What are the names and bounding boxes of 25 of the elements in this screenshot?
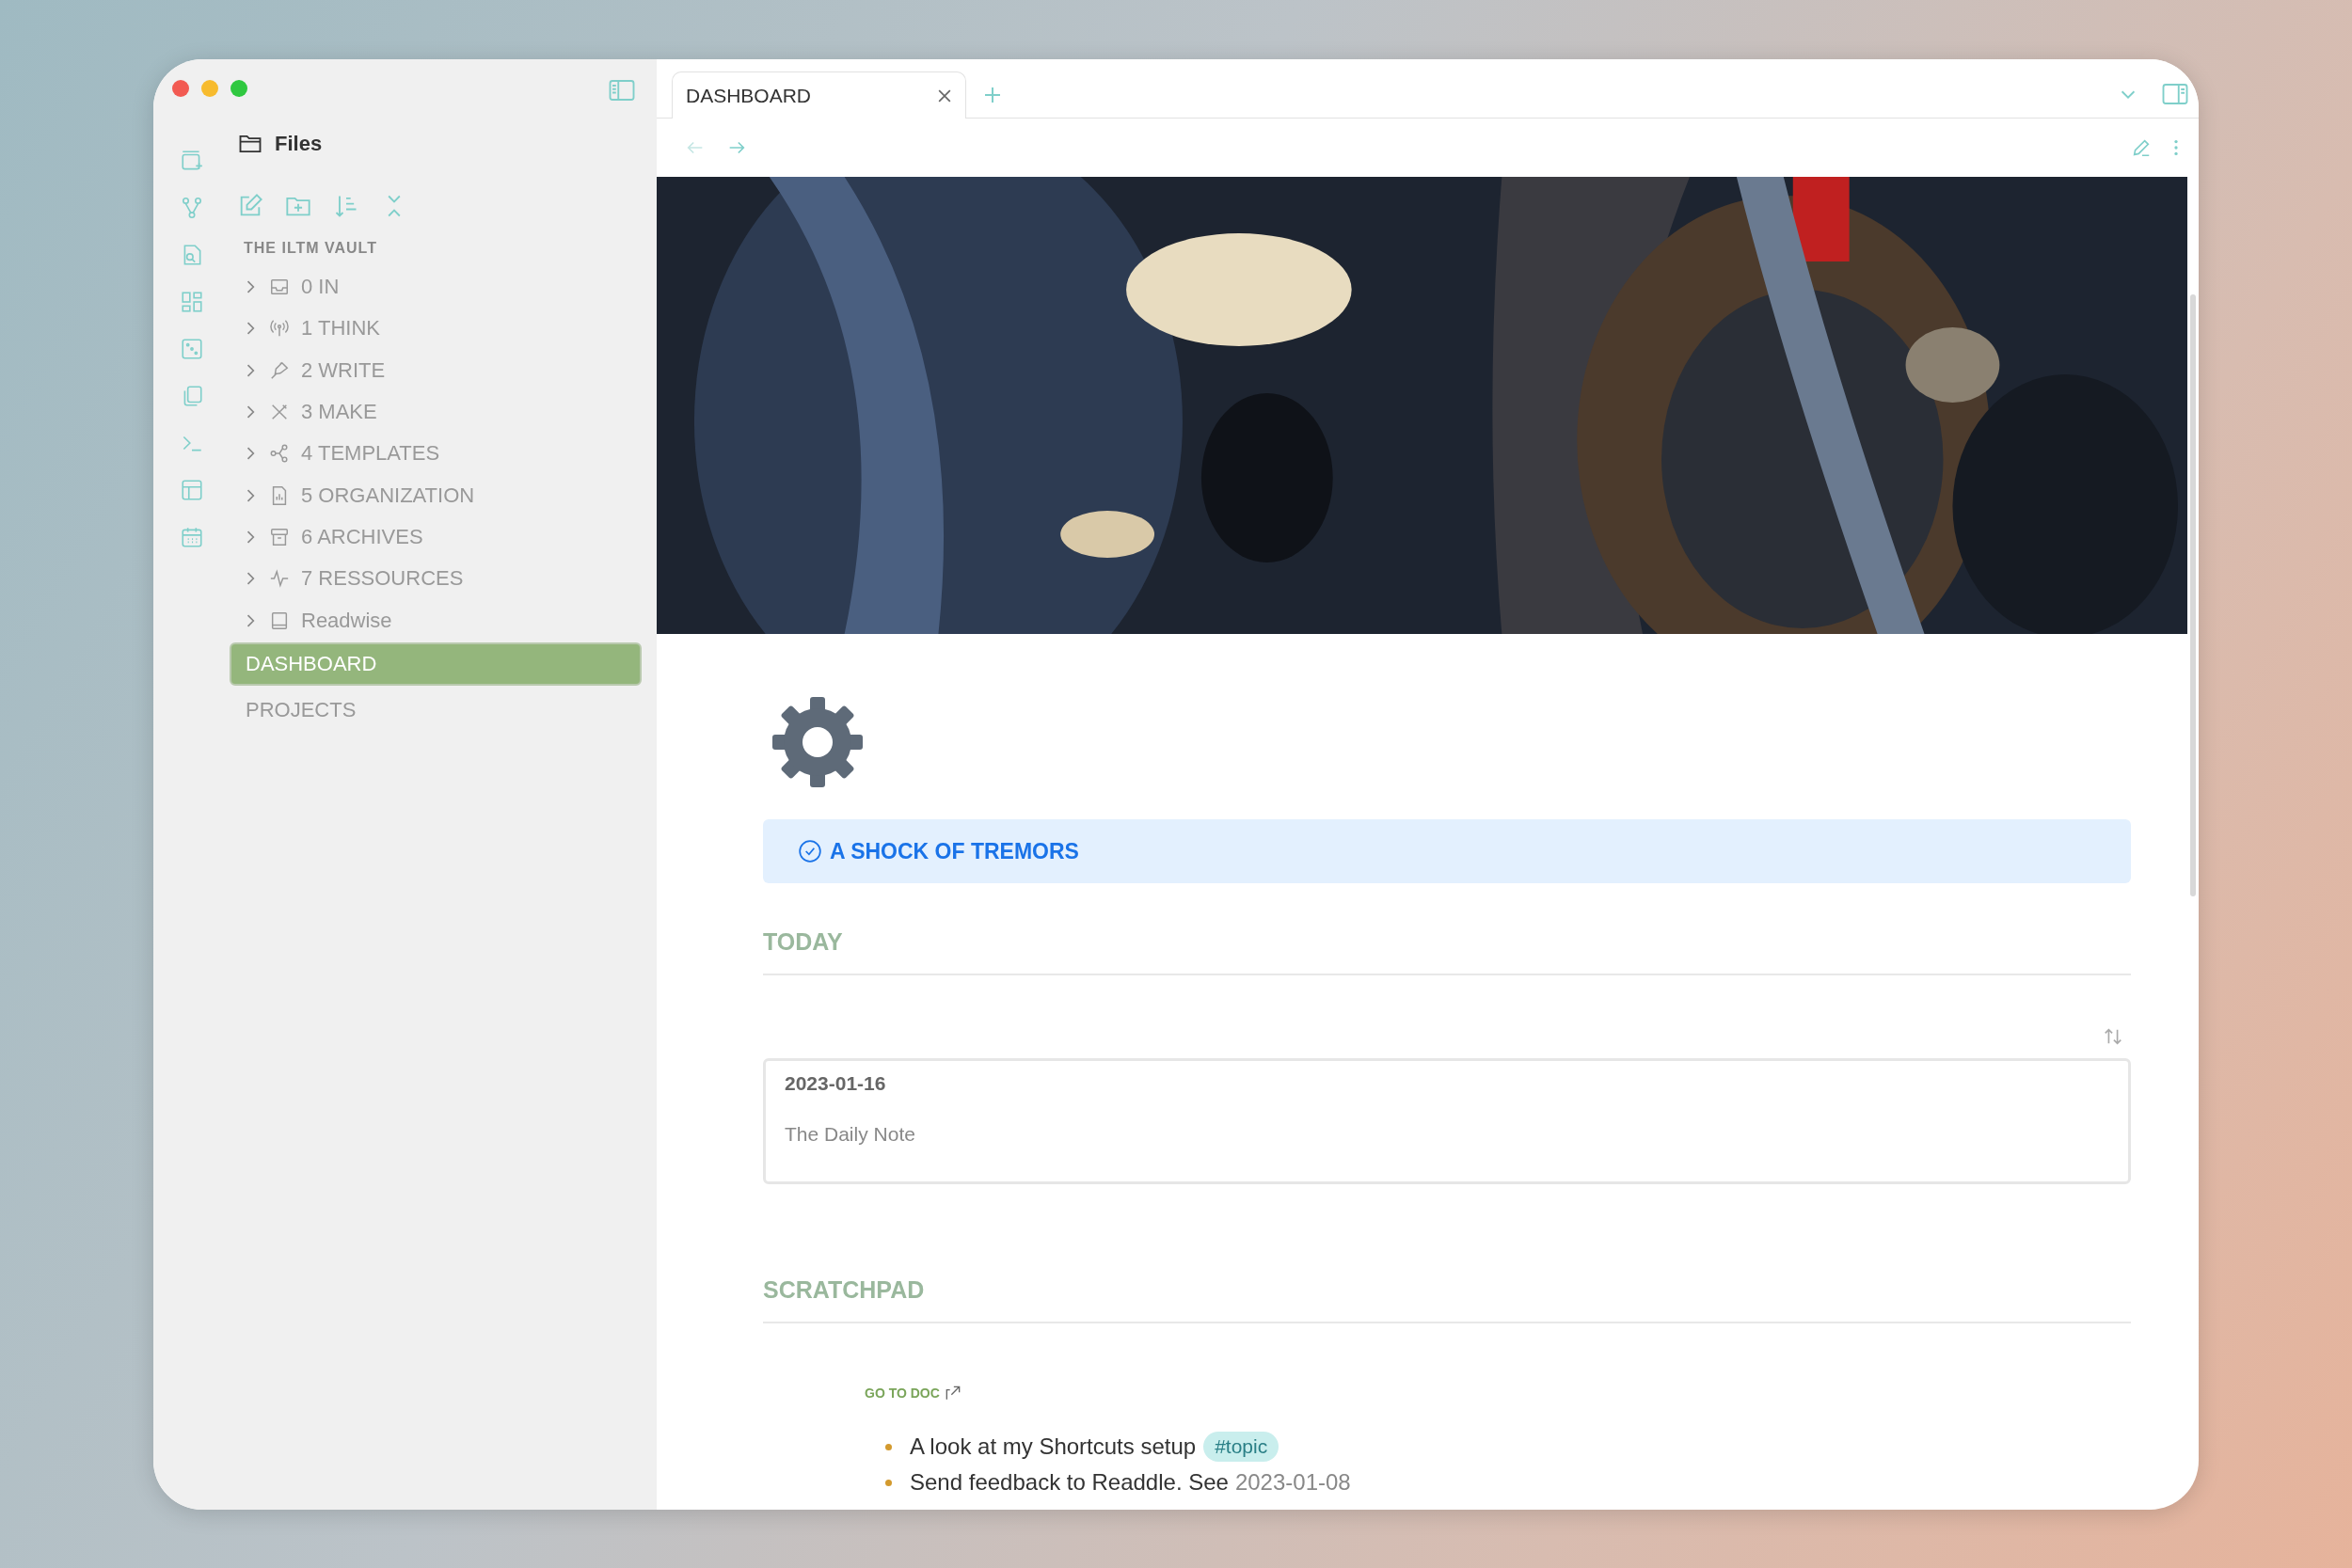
folder-item[interactable]: 4 TEMPLATES bbox=[226, 433, 642, 475]
panel-title: Files bbox=[275, 132, 323, 156]
date-link[interactable]: 2023-01-08 bbox=[1234, 1469, 1351, 1496]
go-to-doc-link[interactable]: GO TO DOC bbox=[865, 1384, 962, 1402]
note-card[interactable]: 2023-01-16 The Daily Note bbox=[763, 1058, 2131, 1184]
folder-item[interactable]: 2 WRITE bbox=[226, 349, 642, 391]
tab[interactable]: DASHBOARD bbox=[672, 71, 966, 119]
folder-item[interactable]: 0 IN bbox=[226, 266, 642, 309]
card-text: The Daily Note bbox=[785, 1123, 916, 1146]
folder-item[interactable]: 3 MAKE bbox=[226, 390, 642, 434]
section-heading: SCRATCHPAD bbox=[763, 1276, 926, 1305]
folder-item[interactable]: Readwise bbox=[226, 599, 642, 641]
vault-name: THE ILTM VAULT bbox=[243, 239, 378, 258]
list-item-text: A look at my Shortcuts setup bbox=[910, 1433, 1197, 1460]
tag[interactable]: #topic bbox=[1203, 1432, 1279, 1462]
folder-item[interactable]: 6 ARCHIVES bbox=[226, 515, 642, 559]
file-item[interactable]: PROJECTS bbox=[230, 688, 642, 732]
callout-title: A SHOCK OF TREMORS bbox=[830, 838, 1079, 864]
list-item-text: Send feedback to Readdle. See bbox=[910, 1469, 1229, 1496]
folder-item[interactable]: 7 RESSOURCES bbox=[226, 558, 642, 600]
file-item[interactable]: DASHBOARD bbox=[230, 641, 642, 686]
folder-item[interactable]: 1 THINK bbox=[226, 308, 642, 350]
section-heading: TODAY bbox=[763, 928, 844, 957]
card-date: 2023-01-16 bbox=[785, 1072, 887, 1095]
folder-item[interactable]: 5 ORGANIZATION bbox=[226, 474, 642, 516]
